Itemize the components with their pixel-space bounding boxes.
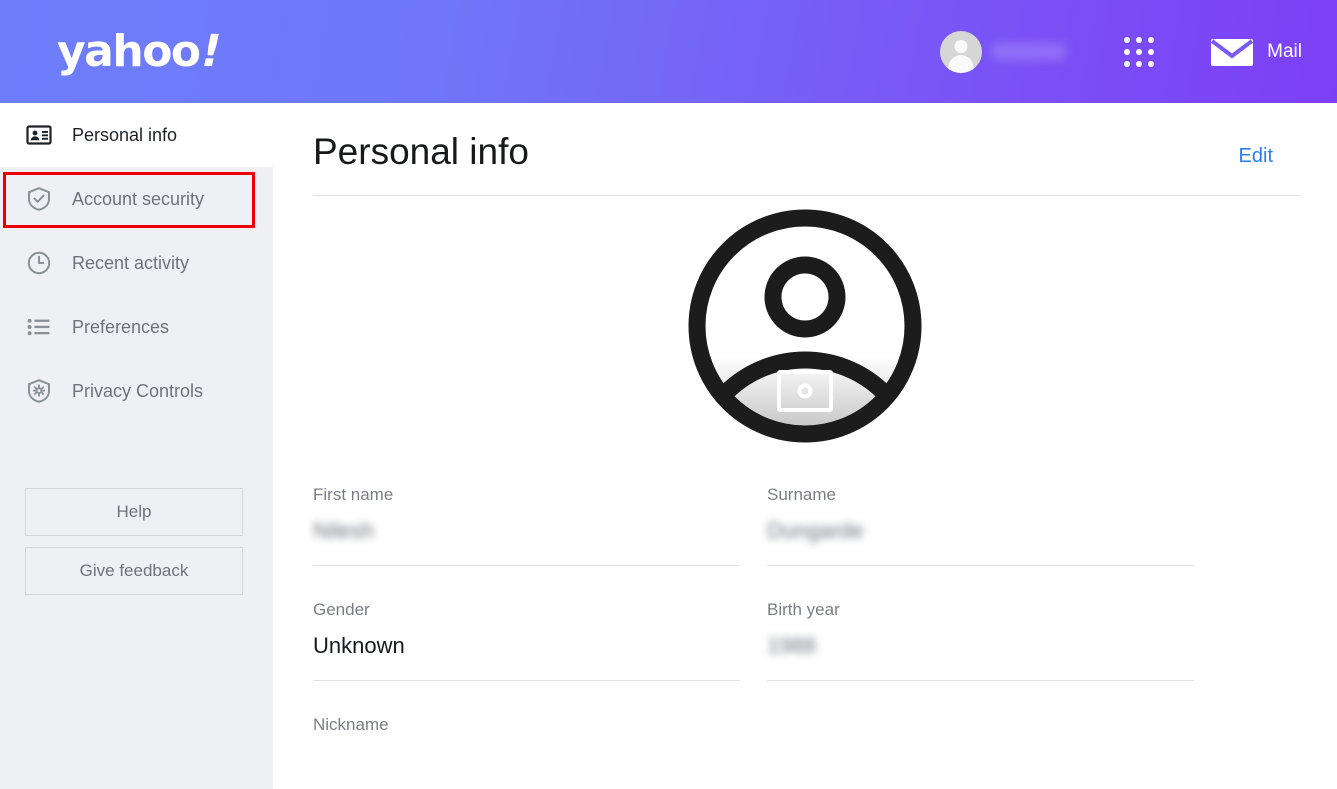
sidebar-item-account-security[interactable]: Account security <box>0 167 273 231</box>
avatar-head-shape <box>954 39 968 53</box>
mail-label: Mail <box>1267 40 1302 62</box>
user-avatar-icon[interactable] <box>940 30 983 73</box>
apps-grid-icon[interactable] <box>1124 36 1155 67</box>
header-divider <box>313 194 1300 196</box>
field-surname[interactable]: Surname Dungarde <box>767 485 1194 566</box>
header-right-cluster: Mail <box>940 30 1302 73</box>
shield-gear-icon <box>26 378 52 404</box>
field-first-name[interactable]: First name Nilesh <box>313 485 740 566</box>
field-value: 1988 <box>767 632 816 658</box>
account-menu[interactable] <box>940 30 1068 73</box>
give-feedback-button[interactable]: Give feedback <box>25 547 243 595</box>
sidebar-item-personal-info[interactable]: Personal info <box>0 103 273 167</box>
apps-dot <box>1124 60 1131 67</box>
field-value: Nilesh <box>313 517 375 543</box>
field-value: Unknown <box>313 632 405 658</box>
field-birth-year[interactable]: Birth year 1988 <box>767 600 1194 681</box>
shield-check-icon <box>26 186 52 212</box>
sidebar-item-label: Recent activity <box>72 252 190 273</box>
main-content: Personal info Edit First name Nilesh Sur… <box>273 103 1337 789</box>
personal-info-fields: First name Nilesh Surname Dungarde Gende… <box>313 485 1300 774</box>
field-label: Birth year <box>767 599 840 619</box>
sidebar-item-recent-activity[interactable]: Recent activity <box>0 231 273 295</box>
apps-dot <box>1148 60 1155 67</box>
profile-photo-placeholder-icon[interactable] <box>686 207 924 445</box>
field-gender[interactable]: Gender Unknown <box>313 600 740 681</box>
field-label: Gender <box>313 599 370 619</box>
sidebar-buttons: Help Give feedback <box>25 488 243 606</box>
app-header: yahoo! Mail <box>0 0 1337 103</box>
apps-dot <box>1148 36 1155 43</box>
sidebar-item-label: Personal info <box>72 124 178 145</box>
apps-dot <box>1136 60 1143 67</box>
apps-dot <box>1124 36 1131 43</box>
username-redacted <box>991 43 1068 60</box>
envelope-icon <box>1210 38 1254 66</box>
page-title: Personal info <box>313 131 529 172</box>
mail-link[interactable]: Mail <box>1210 36 1302 68</box>
edit-link[interactable]: Edit <box>1239 145 1273 173</box>
list-icon <box>26 314 52 340</box>
help-button[interactable]: Help <box>25 488 243 536</box>
sidebar-item-preferences[interactable]: Preferences <box>0 295 273 359</box>
avatar-body-shape <box>948 54 974 73</box>
apps-dot <box>1136 36 1143 43</box>
id-card-icon <box>26 122 52 148</box>
field-label: First name <box>313 484 394 504</box>
field-label: Surname <box>767 484 836 504</box>
apps-dot <box>1124 48 1131 55</box>
field-nickname[interactable]: Nickname <box>313 715 740 774</box>
sidebar-item-label: Preferences <box>72 316 170 337</box>
logo-exclamation: ! <box>195 25 225 77</box>
sidebar-item-privacy-controls[interactable]: Privacy Controls <box>0 359 273 423</box>
clock-icon <box>26 250 52 276</box>
sidebar: Personal info Account security Recent ac… <box>0 103 273 789</box>
sidebar-item-label: Privacy Controls <box>72 380 204 401</box>
apps-dot <box>1148 48 1155 55</box>
field-value: Dungarde <box>767 517 864 543</box>
profile-photo-section <box>273 207 1337 445</box>
yahoo-logo[interactable]: yahoo! <box>57 26 225 77</box>
field-label: Nickname <box>313 714 389 734</box>
main-header: Personal info Edit <box>273 103 1337 173</box>
sidebar-item-label: Account security <box>72 188 205 209</box>
field-value <box>313 747 740 774</box>
camera-icon[interactable] <box>777 369 833 412</box>
apps-dot <box>1136 48 1143 55</box>
logo-text: yahoo <box>57 25 201 77</box>
